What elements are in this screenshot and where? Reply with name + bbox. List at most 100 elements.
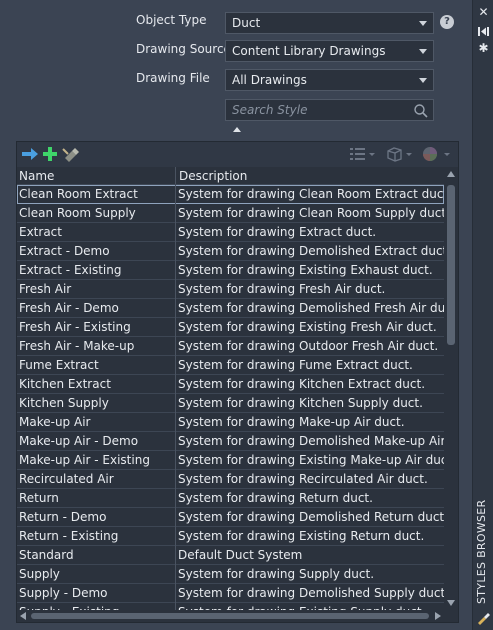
vertical-scroll-thumb[interactable]	[447, 185, 455, 345]
table-row[interactable]: Extract - Demo System for drawing Demolis…	[17, 242, 444, 261]
search-icon[interactable]	[413, 103, 429, 119]
column-header-description[interactable]: Description	[179, 169, 247, 183]
scroll-down-icon[interactable]	[447, 600, 455, 606]
style-description-cell: System for drawing Supply duct.	[178, 567, 375, 581]
search-input[interactable]	[232, 103, 402, 117]
style-name-cell: Make-up Air - Existing	[19, 453, 150, 467]
cell-divider	[175, 394, 176, 413]
cell-divider	[175, 546, 176, 565]
style-name-cell: Fresh Air - Make-up	[19, 339, 135, 353]
table-row[interactable]: Extract System for drawing Extract duct.	[17, 223, 444, 242]
style-description-cell: System for drawing Existing Make-up Air …	[178, 453, 444, 467]
style-description-cell: System for drawing Outdoor Fresh Air duc…	[178, 339, 439, 353]
object-type-label: Object Type	[136, 13, 207, 27]
scroll-up-icon[interactable]	[447, 171, 455, 177]
cell-divider	[175, 261, 176, 280]
palette-brush-icon	[478, 613, 490, 625]
style-name-cell: Extract - Demo	[19, 244, 110, 258]
drawing-file-label: Drawing File	[136, 71, 210, 85]
style-name-cell: Kitchen Supply	[19, 396, 109, 410]
palette-title: STYLES BROWSER	[475, 499, 488, 604]
table-row[interactable]: Recirculated Air System for drawing Recir…	[17, 470, 444, 489]
table-row[interactable]: Clean Room Supply System for drawing Clea…	[17, 204, 444, 223]
cell-divider	[175, 356, 176, 375]
properties-gear-icon[interactable]: ✱	[477, 42, 490, 55]
horizontal-scrollbar[interactable]	[17, 610, 444, 622]
style-description-cell: System for drawing Clean Room Supply duc…	[178, 206, 444, 220]
cell-divider	[175, 603, 176, 610]
table-row[interactable]: Fresh Air - Make-up System for drawing Ou…	[17, 337, 444, 356]
table-row[interactable]: Fresh Air System for drawing Fresh Air du…	[17, 280, 444, 299]
autohide-icon[interactable]	[477, 25, 490, 38]
table-row[interactable]: Kitchen Extract System for drawing Kitche…	[17, 375, 444, 394]
table-row[interactable]: Supply - Demo System for drawing Demolish…	[17, 584, 444, 603]
style-description-cell: System for drawing Existing Exhaust duct…	[178, 263, 433, 277]
drawing-source-select[interactable]: Content Library Drawings	[225, 40, 434, 62]
table-row[interactable]: Make-up Air - Existing System for drawing…	[17, 451, 444, 470]
chevron-down-icon	[419, 21, 427, 26]
table-row[interactable]: Return System for drawing Return duct.	[17, 489, 444, 508]
column-header-name[interactable]: Name	[19, 169, 54, 183]
cell-divider	[175, 299, 176, 318]
table-row[interactable]: Make-up Air - Demo System for drawing Dem…	[17, 432, 444, 451]
style-description-cell: System for drawing Existing Return duct.	[178, 529, 425, 543]
style-name-cell: Standard	[19, 548, 74, 562]
table-row[interactable]: Make-up Air System for drawing Make-up Ai…	[17, 413, 444, 432]
cell-divider	[175, 489, 176, 508]
close-icon[interactable]: ✕	[477, 6, 490, 19]
purge-icon[interactable]	[62, 146, 80, 162]
preview-cube-icon[interactable]	[385, 146, 413, 162]
table-row[interactable]: Fresh Air - Demo System for drawing Demol…	[17, 299, 444, 318]
style-description-cell: System for drawing Demolished Make-up Ai…	[178, 434, 444, 448]
import-arrow-icon[interactable]	[21, 146, 39, 162]
cell-divider	[175, 451, 176, 470]
cell-divider	[175, 508, 176, 527]
style-description-cell: System for drawing Extract duct.	[178, 225, 377, 239]
table-row[interactable]: Kitchen Supply System for drawing Kitchen…	[17, 394, 444, 413]
scroll-right-icon[interactable]	[435, 612, 441, 620]
table-row[interactable]: Return - Existing System for drawing Exis…	[17, 527, 444, 546]
style-description-cell: System for drawing Make-up Air duct.	[178, 415, 405, 429]
table-row[interactable]: Fresh Air - Existing System for drawing E…	[17, 318, 444, 337]
style-name-cell: Return - Demo	[19, 510, 107, 524]
grid-rows: Clean Room Extract System for drawing Cle…	[17, 185, 444, 610]
cell-divider	[175, 432, 176, 451]
table-row[interactable]: Extract - Existing System for drawing Exi…	[17, 261, 444, 280]
cell-divider	[175, 242, 176, 261]
table-row[interactable]: Clean Room Extract System for drawing Cle…	[17, 185, 444, 204]
palette-titlebar: ✕ ✱ STYLES BROWSER	[472, 0, 493, 630]
table-row[interactable]: Fume Extract System for drawing Fume Extr…	[17, 356, 444, 375]
search-box	[225, 99, 434, 121]
cell-divider	[175, 337, 176, 356]
help-icon[interactable]: ?	[440, 15, 454, 29]
cell-divider	[175, 280, 176, 299]
cell-divider	[175, 204, 176, 223]
style-name-cell: Make-up Air	[19, 415, 91, 429]
cell-divider	[175, 584, 176, 603]
cell-divider	[175, 565, 176, 584]
cell-divider	[175, 318, 176, 337]
style-name-cell: Recirculated Air	[19, 472, 114, 486]
cell-divider	[175, 413, 176, 432]
cell-divider	[175, 185, 176, 204]
style-name-cell: Fresh Air - Existing	[19, 320, 131, 334]
object-type-select[interactable]: Duct	[225, 12, 434, 34]
scroll-left-icon[interactable]	[20, 612, 26, 620]
table-row[interactable]: Return - Demo System for drawing Demolish…	[17, 508, 444, 527]
color-wheel-icon[interactable]	[421, 146, 451, 162]
table-row[interactable]: Standard Default Duct System	[17, 546, 444, 565]
style-name-cell: Fume Extract	[19, 358, 99, 372]
style-name-cell: Extract - Existing	[19, 263, 122, 277]
add-icon[interactable]	[41, 146, 59, 162]
drawing-file-select[interactable]: All Drawings	[225, 69, 434, 91]
style-description-cell: System for drawing Demolished Return duc…	[178, 510, 444, 524]
table-row[interactable]: Supply System for drawing Supply duct.	[17, 565, 444, 584]
horizontal-scroll-thumb[interactable]	[31, 613, 429, 619]
vertical-scrollbar[interactable]	[444, 167, 458, 610]
collapse-arrow-icon[interactable]	[233, 127, 241, 132]
style-name-cell: Clean Room Supply	[19, 206, 136, 220]
list-view-icon[interactable]	[348, 146, 376, 162]
style-name-cell: Supply - Demo	[19, 586, 108, 600]
table-row[interactable]: Supply - ExistingSystem for drawing Exis…	[17, 603, 444, 610]
column-divider[interactable]	[175, 167, 176, 184]
